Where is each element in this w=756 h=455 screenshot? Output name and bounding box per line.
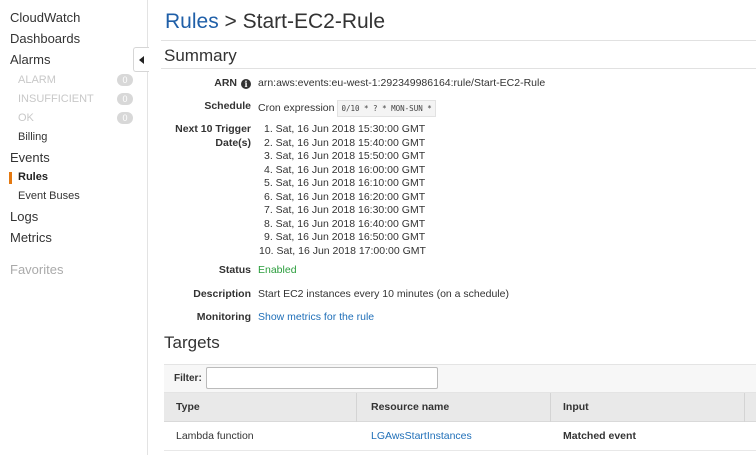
nav-event-buses[interactable]: Event Buses [18, 190, 80, 202]
description-label: Description [193, 288, 251, 300]
arn-label: ARN i [214, 77, 251, 90]
column-divider [744, 393, 745, 422]
filter-label: Filter: [174, 373, 202, 384]
column-header-type[interactable]: Type [176, 401, 200, 413]
column-divider [550, 393, 551, 422]
cron-expression: 0/10 * ? * MON-SUN * [337, 100, 436, 117]
trigger-date: 6. Sat, 16 Jun 2018 16:20:00 GMT [264, 190, 426, 203]
trigger-date: 3. Sat, 16 Jun 2018 15:50:00 GMT [264, 150, 426, 162]
trigger-date: 1. Sat, 16 Jun 2018 15:30:00 GMT [264, 123, 426, 135]
trigger-date: 2. Sat, 16 Jun 2018 15:40:00 GMT [264, 136, 426, 149]
column-header-resource-name[interactable]: Resource name [371, 401, 449, 413]
status-label: Status [218, 264, 251, 276]
description-value: Start EC2 instances every 10 minutes (on… [258, 288, 509, 300]
next-trigger-label-line2: Date(s) [215, 137, 251, 149]
caret-left-icon [139, 56, 144, 64]
nav-alarm-state-alarm[interactable]: ALARM [18, 74, 56, 86]
nav-billing[interactable]: Billing [18, 131, 47, 143]
summary-heading: Summary [164, 46, 237, 65]
trigger-date: 7. Sat, 16 Jun 2018 16:30:00 GMT [264, 204, 426, 216]
schedule-prefix: Cron expression [258, 102, 335, 114]
breadcrumb-separator: > [224, 10, 237, 33]
breadcrumb-rules-link[interactable]: Rules [165, 10, 219, 33]
nav-metrics[interactable]: Metrics [10, 230, 52, 245]
trigger-date: 10. Sat, 16 Jun 2018 17:00:00 GMT [259, 244, 426, 257]
trigger-date: 8. Sat, 16 Jun 2018 16:40:00 GMT [264, 217, 426, 230]
insufficient-count-badge: 0 [117, 93, 133, 105]
nav-rules[interactable]: Rules [18, 171, 48, 183]
monitoring-label: Monitoring [196, 311, 251, 323]
trigger-date: 4. Sat, 16 Jun 2018 16:00:00 GMT [264, 163, 426, 176]
nav-alarm-state-ok[interactable]: OK [18, 112, 34, 124]
nav-logs[interactable]: Logs [10, 209, 38, 224]
column-header-input[interactable]: Input [563, 401, 589, 413]
breadcrumb-current: Start-EC2-Rule [242, 10, 386, 33]
nav-alarms[interactable]: Alarms [10, 52, 50, 67]
info-icon[interactable]: i [241, 79, 251, 89]
summary-divider [161, 68, 756, 69]
trigger-date: 5. Sat, 16 Jun 2018 16:10:00 GMT [264, 177, 426, 189]
targets-heading: Targets [164, 333, 220, 352]
targets-table-header: Type Resource name Input [164, 393, 756, 422]
arn-label-text: ARN [214, 77, 237, 89]
nav-alarm-state-insufficient[interactable]: INSUFFICIENT [18, 93, 94, 105]
schedule-value: Cron expression 0/10 * ? * MON-SUN * [258, 100, 436, 117]
trigger-dates-list: 1. Sat, 16 Jun 2018 15:30:00 GMT 2. Sat,… [259, 123, 426, 258]
main-content: Rules > Start-EC2-Rule Summary ARN i arn:… [148, 0, 756, 455]
next-trigger-label-line1: Next 10 Trigger [175, 123, 251, 135]
arn-value: arn:aws:events:eu-west-1:292349986164:ru… [258, 77, 546, 89]
trigger-date: 9. Sat, 16 Jun 2018 16:50:00 GMT [264, 231, 426, 243]
title-divider [161, 40, 756, 41]
sidebar-collapse-button[interactable] [133, 47, 149, 72]
alarm-count-badge: 0 [117, 74, 133, 86]
nav-events[interactable]: Events [10, 150, 50, 165]
show-metrics-link[interactable]: Show metrics for the rule [258, 311, 374, 324]
nav-dashboards[interactable]: Dashboards [10, 31, 80, 46]
sidebar: CloudWatch Dashboards Alarms ALARM 0 INS… [0, 0, 148, 455]
nav-favorites[interactable]: Favorites [10, 262, 63, 277]
status-value: Enabled [258, 264, 297, 276]
schedule-label: Schedule [204, 100, 251, 112]
next-trigger-label: Next 10 Trigger Date(s) [175, 123, 251, 150]
filter-bar: Filter: [164, 364, 756, 393]
target-type-cell: Lambda function [176, 430, 254, 442]
nav-cloudwatch[interactable]: CloudWatch [10, 10, 80, 25]
filter-input[interactable] [206, 367, 438, 389]
active-indicator [9, 172, 12, 184]
target-resource-link[interactable]: LGAwsStartInstances [371, 430, 472, 442]
table-row: Lambda function LGAwsStartInstances Matc… [164, 422, 756, 451]
column-divider [356, 393, 357, 422]
ok-count-badge: 0 [117, 112, 133, 124]
target-input-cell: Matched event [563, 430, 636, 442]
page-title: Rules > Start-EC2-Rule [165, 10, 385, 34]
